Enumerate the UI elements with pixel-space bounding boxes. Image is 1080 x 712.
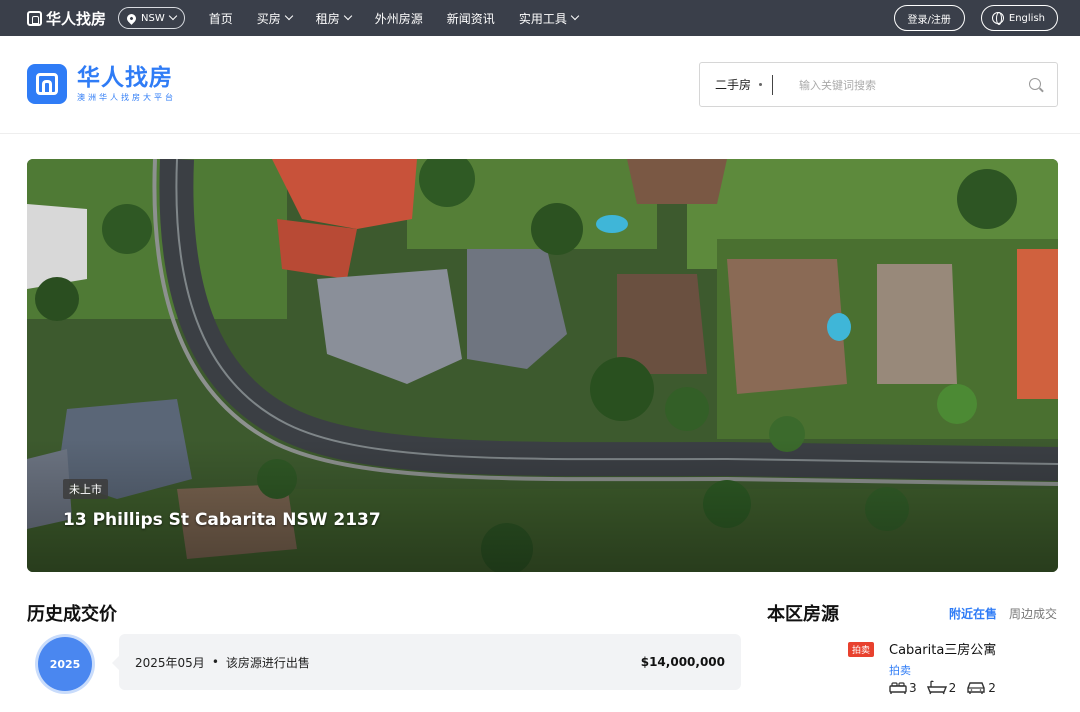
- nav-interstate[interactable]: 外州房源: [375, 10, 423, 27]
- hero-image: 未上市 13 Phillips St Cabarita NSW 2137: [27, 159, 1058, 572]
- brand-subtitle: 澳洲华人找房大平台: [77, 93, 176, 102]
- feature-bathrooms: 2: [926, 680, 957, 695]
- history-year-badge: 2025: [38, 637, 92, 691]
- dropdown-dot-icon: [759, 83, 763, 86]
- main-nav: 首页 买房 租房 外州房源 新闻资讯 实用工具: [209, 10, 602, 27]
- bathroom-count: 2: [948, 680, 957, 695]
- nav-news[interactable]: 新闻资讯: [447, 10, 495, 27]
- nav-home[interactable]: 首页: [209, 10, 233, 27]
- bed-icon: [889, 681, 907, 694]
- listing-features: 3 2 2: [889, 680, 1006, 695]
- brand-logo[interactable]: 华人找房 澳洲华人找房大平台: [27, 64, 176, 104]
- status-badge: 未上市: [63, 479, 108, 499]
- home-logo-icon: [27, 10, 42, 26]
- nav-buy[interactable]: 买房: [256, 10, 294, 27]
- auction-tag: 拍卖: [848, 642, 875, 657]
- globe-icon: [991, 12, 1004, 25]
- language-label: English: [1008, 12, 1045, 24]
- nav-tools[interactable]: 实用工具: [518, 10, 580, 27]
- location-pin-icon: [125, 11, 138, 25]
- topbar-logo-text: 华人找房: [46, 9, 107, 28]
- history-price: $14,000,000: [640, 655, 725, 669]
- nav-tools-label: 实用工具: [518, 11, 567, 26]
- search-divider: [772, 74, 774, 95]
- search-bar: 二手房 输入关键词搜索: [699, 62, 1058, 107]
- nav-home-label: 首页: [208, 11, 233, 26]
- region-selector[interactable]: NSW: [118, 7, 185, 29]
- history-entry: 2025年05月 • 该房源进行出售 $14,000,000: [112, 634, 741, 690]
- topbar-actions: 登录/注册 English: [893, 5, 1058, 31]
- search-type-dropdown[interactable]: 二手房: [715, 76, 763, 93]
- bedroom-count: 3: [909, 680, 917, 695]
- listing-sale-type: 拍卖: [889, 664, 911, 677]
- top-navigation-bar: 华人找房 NSW 首页 买房 租房 外州房源 新闻资讯 实用工具 登录/注册 E…: [0, 0, 1080, 36]
- chevron-down-icon: [570, 11, 580, 21]
- history-title: 历史成交价: [27, 604, 117, 625]
- chevron-down-icon: [284, 11, 294, 21]
- language-button[interactable]: English: [980, 5, 1058, 31]
- feature-parking: 2: [966, 680, 996, 695]
- chevron-down-icon: [168, 11, 177, 21]
- car-icon: [967, 682, 985, 694]
- history-description: 该房源进行出售: [225, 655, 310, 670]
- bathtub-icon: [926, 680, 947, 695]
- nav-buy-label: 买房: [256, 11, 281, 26]
- house-logo-icon: [27, 64, 67, 104]
- property-address: 13 Phillips St Cabarita NSW 2137: [63, 510, 381, 530]
- listing-title[interactable]: Cabarita三房公寓: [889, 639, 996, 658]
- feature-bedrooms: 3: [889, 681, 917, 695]
- brand-title: 华人找房: [77, 65, 173, 91]
- nav-rent[interactable]: 租房: [315, 10, 353, 27]
- nav-rent-label: 租房: [315, 11, 340, 26]
- search-icon[interactable]: [1029, 78, 1041, 90]
- history-date: 2025年05月: [135, 655, 205, 670]
- search-type-label: 二手房: [715, 78, 752, 92]
- brand-text: 华人找房 澳洲华人找房大平台: [77, 65, 176, 103]
- tab-nearby-for-sale[interactable]: 附近在售: [949, 605, 997, 622]
- nav-news-label: 新闻资讯: [446, 11, 495, 26]
- site-header: 华人找房 澳洲华人找房大平台 二手房 输入关键词搜索: [0, 36, 1080, 134]
- area-listings-title: 本区房源: [767, 604, 839, 625]
- login-register-button[interactable]: 登录/注册: [893, 5, 965, 31]
- tab-nearby-sold[interactable]: 周边成交: [1009, 605, 1057, 622]
- search-input[interactable]: 输入关键词搜索: [799, 77, 876, 93]
- topbar-logo[interactable]: 华人找房: [27, 8, 106, 29]
- chevron-down-icon: [343, 11, 353, 21]
- nav-interstate-label: 外州房源: [374, 11, 423, 26]
- region-label: NSW: [141, 12, 165, 24]
- parking-count: 2: [988, 680, 996, 695]
- history-separator: •: [211, 655, 219, 669]
